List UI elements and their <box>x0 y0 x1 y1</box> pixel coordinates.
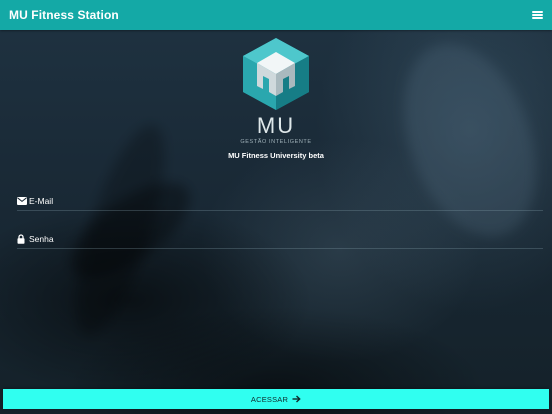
app-bar: MU Fitness Station <box>0 0 552 30</box>
menu-button[interactable] <box>522 0 552 30</box>
logo-tagline: GESTÃO INTELIGENTE <box>240 139 312 145</box>
email-field[interactable]: E-Mail <box>17 192 543 211</box>
lock-icon <box>17 234 27 244</box>
logo-wordmark: MU <box>256 113 296 138</box>
arrow-right-icon <box>292 395 301 403</box>
email-label: E-Mail <box>29 196 54 206</box>
envelope-icon <box>17 196 27 206</box>
app-title: MU Fitness Station <box>9 8 119 22</box>
submit-button[interactable]: ACESSAR <box>3 389 549 409</box>
submit-label: ACESSAR <box>250 394 289 404</box>
brand-block: MU GESTÃO INTELIGENTE MU Fitness Univers… <box>0 36 552 160</box>
app-name: MU Fitness University beta <box>228 151 324 160</box>
password-label: Senha <box>29 234 54 244</box>
hamburger-menu-icon <box>531 11 543 19</box>
mu-cube-logo-icon <box>243 38 309 110</box>
password-field[interactable]: Senha <box>17 230 543 249</box>
